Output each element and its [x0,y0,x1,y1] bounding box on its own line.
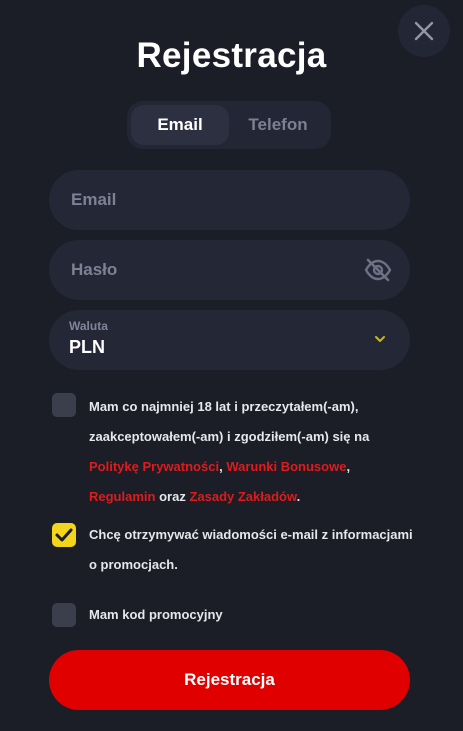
betting-rules-link[interactable]: Zasady Zakładów [189,489,296,504]
auth-method-tabs: Email Telefon [127,101,331,149]
terms-checkbox[interactable] [52,393,76,417]
page-title: Rejestracja [136,36,327,75]
rules-link[interactable]: Regulamin [89,489,155,504]
checkmark-icon [55,528,73,542]
email-input[interactable] [49,170,410,230]
chevron-down-icon [375,336,385,342]
currency-label: Waluta [69,319,108,333]
terms-line-2: zaakceptowałem(-am) i zgodziłem(-am) się… [89,429,370,444]
currency-value: PLN [69,337,105,357]
promo-code-checkbox[interactable] [52,603,76,627]
terms-end: . [296,489,301,504]
terms-line-3: Politykę Prywatności, Warunki Bonusowe, [89,452,369,482]
terms-conjunction: oraz [159,489,186,504]
email-field-wrapper [49,170,410,230]
newsletter-text: Chcę otrzymywać wiadomości e-mail z info… [89,520,413,580]
privacy-policy-link[interactable]: Politykę Prywatności [89,459,219,474]
password-field-wrapper [49,240,410,300]
newsletter-line-2: o promocjach. [89,557,178,572]
terms-separator: , [219,459,223,474]
promo-code-label: Mam kod promocyjny [89,607,223,622]
bonus-terms-link[interactable]: Warunki Bonusowe [226,459,346,474]
terms-text: Mam co najmniej 18 lat i przeczytałem(-a… [89,392,369,512]
newsletter-line-1: Chcę otrzymywać wiadomości e-mail z info… [89,527,413,542]
tab-email[interactable]: Email [131,105,229,145]
terms-line-1: Mam co najmniej 18 lat i przeczytałem(-a… [89,399,359,414]
registration-modal: Rejestracja Email Telefon Waluta PLN Mam… [0,0,463,731]
tab-phone[interactable]: Telefon [229,105,327,145]
terms-line-4: Regulamin oraz Zasady Zakładów. [89,482,369,512]
password-input[interactable] [49,240,410,300]
eye-off-icon[interactable] [364,257,392,283]
currency-select[interactable]: Waluta PLN [49,310,410,370]
register-button[interactable]: Rejestracja [49,650,410,710]
terms-separator: , [346,459,351,474]
newsletter-checkbox[interactable] [52,523,76,547]
